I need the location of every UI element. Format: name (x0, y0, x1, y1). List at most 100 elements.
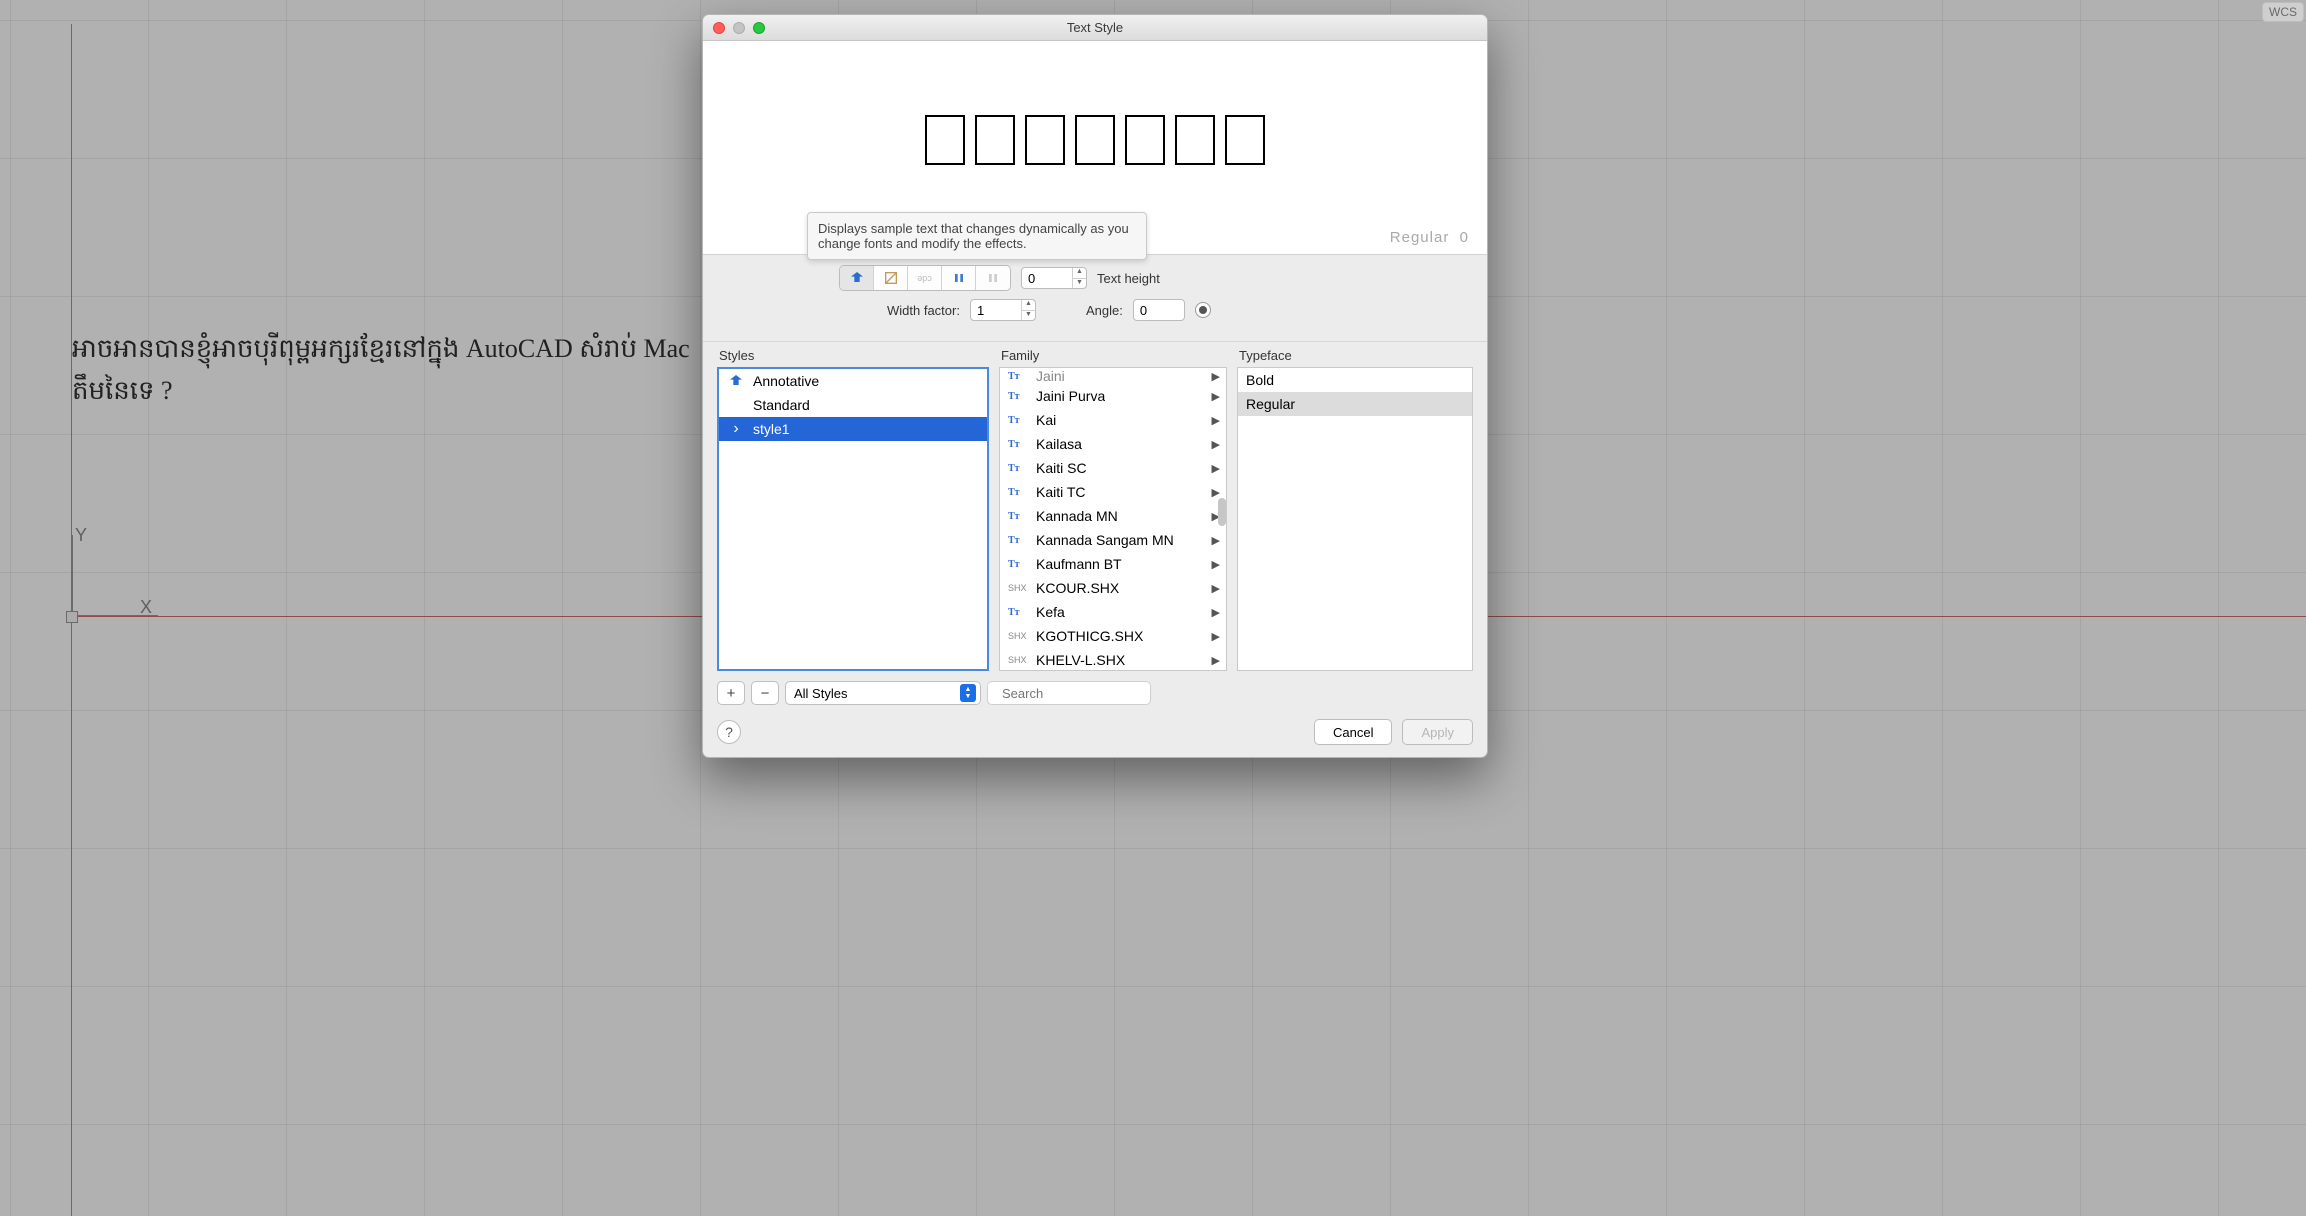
font-search-box[interactable] (987, 681, 1151, 705)
style-filter-combo[interactable]: All Styles ▲▼ (785, 681, 981, 705)
font-family-label: Kailasa (1036, 436, 1082, 452)
apply-button: Apply (1402, 719, 1473, 745)
style-filter-label: All Styles (794, 686, 847, 701)
lists-area: Styles AnnotativeStandard›style1 Family … (703, 342, 1487, 675)
font-family-item[interactable]: SHXKHELV-L.SHX▶ (1000, 648, 1226, 671)
shx-font-icon: SHX (1008, 631, 1030, 641)
options-bar: ǝpɔ ▲▼ Text height Width factor: ▲▼ An (703, 255, 1487, 342)
annotative-toggle[interactable] (840, 266, 874, 290)
chevron-right-icon: ▶ (1212, 390, 1220, 403)
font-family-item[interactable]: SHX KCOUR.SHX ▶ (1000, 576, 1226, 600)
chevron-right-icon: ▶ (1212, 582, 1220, 595)
preview-glyph-box (925, 115, 965, 165)
titlebar[interactable]: Text Style (703, 15, 1487, 41)
shx-font-icon: SHX (1008, 655, 1030, 665)
font-family-label: KGOTHICG.SHX (1036, 628, 1143, 644)
font-family-item[interactable]: TᴛKannada MN▶ (1000, 504, 1226, 528)
preview-status: Regular 0 (1390, 229, 1469, 246)
font-family-label: Kaiti TC (1036, 484, 1086, 500)
preview-tooltip: Displays sample text that changes dynami… (807, 212, 1147, 260)
chevron-right-icon: ▶ (1212, 486, 1220, 499)
chevron-updown-icon: ▲▼ (960, 684, 976, 702)
truetype-font-icon: Tᴛ (1008, 559, 1030, 570)
typeface-header: Typeface (1237, 348, 1473, 363)
preview-glyph-boxes (925, 115, 1265, 165)
font-family-label: Kaiti SC (1036, 460, 1087, 476)
style-item-label: Standard (753, 397, 810, 413)
angle-field[interactable] (1133, 299, 1185, 321)
style-item[interactable]: Annotative (719, 369, 987, 393)
font-family-label: Kai (1036, 412, 1056, 428)
angle-unit-radio[interactable] (1195, 302, 1211, 318)
family-list[interactable]: TᴛJaini▶TᴛJaini Purva▶TᴛKai▶TᴛKailasa▶Tᴛ… (999, 367, 1227, 671)
font-search-input[interactable] (1002, 686, 1178, 701)
truetype-font-icon: Tᴛ (1008, 415, 1030, 426)
truetype-font-icon: Tᴛ (1008, 439, 1030, 450)
below-lists-bar: + − All Styles ▲▼ (703, 675, 1487, 711)
family-scroll-thumb[interactable] (1218, 498, 1226, 526)
font-family-label: Jaini (1036, 368, 1065, 384)
font-family-item[interactable]: Tᴛ Kaiti TC ▶ (1000, 480, 1226, 504)
add-style-button[interactable]: + (717, 681, 745, 705)
truetype-font-icon: Tᴛ (1008, 391, 1030, 402)
use-bigfont-toggle[interactable]: ǝpɔ (908, 266, 942, 290)
chevron-right-icon: ▶ (1212, 414, 1220, 427)
text-height-label: Text height (1097, 271, 1160, 286)
preview-glyph-box (1125, 115, 1165, 165)
text-height-field[interactable]: ▲▼ (1021, 267, 1087, 289)
cancel-button[interactable]: Cancel (1314, 719, 1392, 745)
width-factor-field[interactable]: ▲▼ (970, 299, 1036, 321)
vertical-toggle[interactable] (942, 266, 976, 290)
style-flags-segment[interactable]: ǝpɔ (839, 265, 1011, 291)
font-family-item[interactable]: Tᴛ Jaini ▶ (1000, 368, 1226, 384)
truetype-font-icon: Tᴛ (1008, 607, 1030, 618)
text-style-dialog: Text Style Regular 0 Displays sample tex… (702, 14, 1488, 758)
text-height-input[interactable] (1022, 268, 1072, 288)
font-family-item[interactable]: TᴛKaiti SC▶ (1000, 456, 1226, 480)
family-header: Family (999, 348, 1227, 363)
typeface-item[interactable]: Regular (1238, 392, 1472, 416)
font-family-label: Kaufmann BT (1036, 556, 1122, 572)
truetype-font-icon: Tᴛ (1008, 371, 1030, 382)
typeface-item[interactable]: Bold (1238, 368, 1472, 392)
preview-glyph-box (1225, 115, 1265, 165)
chevron-right-icon: ▶ (1212, 438, 1220, 451)
match-orientation-toggle[interactable] (874, 266, 908, 290)
angle-input[interactable] (1134, 300, 1184, 320)
font-family-item[interactable]: Tᴛ Kailasa ▶ (1000, 432, 1226, 456)
style-item[interactable]: Standard (719, 393, 987, 417)
remove-style-button[interactable]: − (751, 681, 779, 705)
font-family-item[interactable]: Tᴛ Kai ▶ (1000, 408, 1226, 432)
font-family-item[interactable]: TᴛKefa▶ (1000, 600, 1226, 624)
upside-down-toggle[interactable] (976, 266, 1010, 290)
chevron-right-icon: ▶ (1212, 558, 1220, 571)
truetype-font-icon: Tᴛ (1008, 511, 1030, 522)
wcs-badge: WCS (2262, 2, 2304, 22)
font-family-item[interactable]: TᴛKannada Sangam MN▶ (1000, 528, 1226, 552)
font-family-label: KCOUR.SHX (1036, 580, 1119, 596)
style-item-label: Annotative (753, 373, 819, 389)
font-family-item[interactable]: Tᴛ Kaufmann BT ▶ (1000, 552, 1226, 576)
font-family-label: Kannada MN (1036, 508, 1118, 524)
styles-list[interactable]: Annotative Standard ›style1 (717, 367, 989, 671)
text-height-stepper[interactable]: ▲▼ (1072, 268, 1086, 288)
preview-glyph-box (975, 115, 1015, 165)
font-family-label: Jaini Purva (1036, 388, 1105, 404)
chevron-right-icon: ▶ (1212, 630, 1220, 643)
help-button[interactable]: ? (717, 720, 741, 744)
font-family-label: KHELV-L.SHX (1036, 652, 1125, 668)
preview-glyph-box (1025, 115, 1065, 165)
typeface-list[interactable]: BoldRegular (1237, 367, 1473, 671)
font-family-item[interactable]: SHX KGOTHICG.SHX ▶ (1000, 624, 1226, 648)
style-item[interactable]: ›style1 (719, 417, 987, 441)
shx-font-icon: SHX (1008, 583, 1030, 593)
truetype-font-icon: Tᴛ (1008, 487, 1030, 498)
style-item-label: style1 (753, 421, 790, 437)
dialog-title: Text Style (703, 20, 1487, 35)
chevron-right-icon: ▶ (1212, 370, 1220, 383)
width-factor-stepper[interactable]: ▲▼ (1021, 300, 1035, 320)
preview-glyph-box (1175, 115, 1215, 165)
width-factor-input[interactable] (971, 300, 1021, 320)
font-family-item[interactable]: Tᴛ Jaini Purva ▶ (1000, 384, 1226, 408)
font-family-label: Kefa (1036, 604, 1065, 620)
